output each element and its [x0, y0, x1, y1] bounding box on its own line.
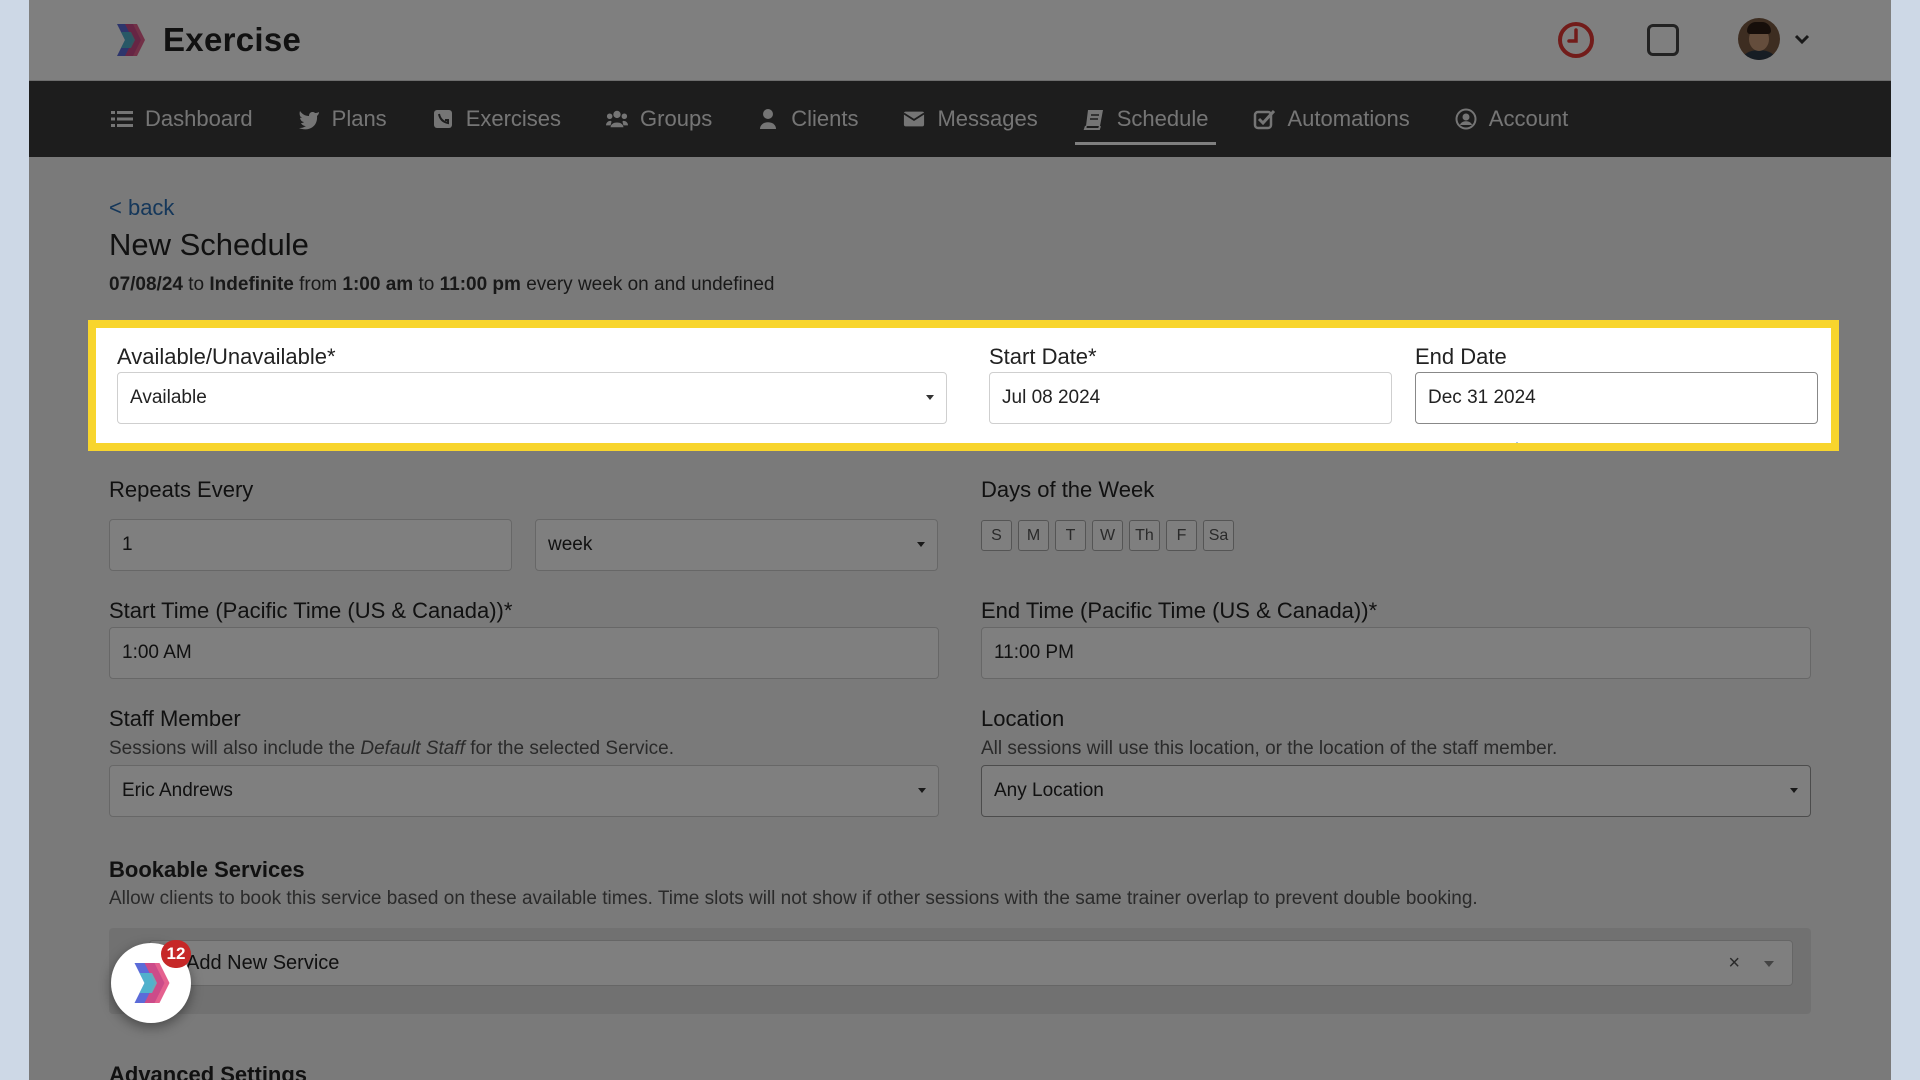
availability-value: Available: [130, 387, 207, 408]
caret-down-icon[interactable]: [1764, 961, 1774, 967]
location-label: Location: [981, 706, 1065, 731]
highlight-box: Available/Unavailable* Available Start D…: [88, 320, 1839, 451]
day-toggle[interactable]: W: [1092, 520, 1123, 551]
end-date-label: End Date: [1415, 344, 1507, 369]
location-value: Any Location: [994, 780, 1104, 801]
location-select[interactable]: Any Location: [981, 765, 1811, 817]
caret-down-icon: [926, 395, 934, 400]
end-time-input[interactable]: 11:00 PM: [981, 627, 1811, 679]
nav-label: Messages: [937, 106, 1038, 131]
nav-label: Exercises: [465, 106, 562, 131]
add-service-placeholder: Add New Service: [186, 952, 340, 974]
summary-text: to: [188, 274, 205, 295]
staff-value: Eric Andrews: [122, 780, 233, 801]
caret-down-icon: [1790, 788, 1798, 793]
nav-label: Plans: [331, 106, 387, 131]
nav-exercises[interactable]: Exercises: [432, 81, 561, 157]
bookable-services-title: Bookable Services: [109, 857, 305, 882]
start-time-label: Start Time (Pacific Time (US & Canada))*: [109, 598, 513, 623]
nav-groups[interactable]: Groups: [606, 81, 712, 157]
nav-label: Automations: [1287, 106, 1410, 131]
nav-plans[interactable]: Plans: [298, 81, 387, 157]
nav-automations[interactable]: Automations: [1253, 81, 1410, 157]
start-date-label: Start Date*: [989, 344, 1097, 369]
nav-clients[interactable]: Clients: [757, 81, 858, 157]
day-toggle[interactable]: M: [1018, 520, 1049, 551]
caret-down-icon: [917, 542, 925, 547]
clear-icon[interactable]: ×: [1728, 941, 1740, 985]
back-link[interactable]: < back: [109, 195, 174, 221]
user-icon: [757, 108, 779, 130]
summary-time-end: 11:00 pm: [439, 274, 521, 295]
nav-label: Groups: [640, 106, 713, 131]
summary-end: Indefinite: [209, 274, 294, 295]
nav-account[interactable]: Account: [1455, 81, 1569, 157]
list-icon: [111, 108, 133, 130]
day-toggle[interactable]: Th: [1129, 520, 1160, 551]
avatar[interactable]: [1738, 18, 1780, 60]
summary-start: 07/08/24: [109, 274, 183, 295]
main-nav: Dashboard Plans Exercises Groups Clients: [29, 81, 1891, 157]
add-service-select[interactable]: Add New Service ×: [149, 940, 1793, 986]
page-title: New Schedule: [109, 227, 309, 262]
app-name: Exercise: [163, 21, 302, 58]
staff-help: Sessions will also include the Default S…: [109, 738, 674, 760]
availability-select[interactable]: Available: [117, 372, 947, 424]
repeats-unit-select[interactable]: week: [535, 519, 938, 571]
window-toggle-icon[interactable]: [1647, 24, 1679, 56]
days-label: Days of the Week: [981, 477, 1155, 502]
staff-help-text: for the selected Service.: [464, 738, 675, 759]
summary-time-start: 1:00 am: [342, 274, 414, 295]
nav-label: Schedule: [1116, 106, 1209, 131]
staff-select[interactable]: Eric Andrews: [109, 765, 939, 817]
nav-label: Account: [1488, 106, 1569, 131]
availability-label: Available/Unavailable*: [117, 344, 336, 369]
bookable-services-help: Allow clients to book this service based…: [109, 888, 1478, 909]
advanced-settings-title[interactable]: Advanced Settings: [109, 1062, 307, 1080]
staff-label: Staff Member: [109, 706, 241, 731]
repeats-unit-value: week: [548, 534, 593, 555]
caret-down-icon: [918, 788, 926, 793]
group-icon: [606, 108, 629, 130]
exercise-icon: [432, 108, 454, 130]
days-of-week: S M T W Th F Sa: [981, 520, 1240, 551]
nav-messages[interactable]: Messages: [903, 81, 1038, 157]
location-help: All sessions will use this location, or …: [981, 738, 1558, 759]
repeats-label: Repeats Every: [109, 477, 254, 502]
day-toggle[interactable]: Sa: [1203, 520, 1234, 551]
logo-icon: [117, 24, 145, 56]
app-logo[interactable]: Exercise: [111, 20, 301, 60]
repeats-count-input[interactable]: 1: [109, 519, 512, 571]
nav-label: Dashboard: [145, 106, 253, 131]
remove-end-date-link[interactable]: Remove End Date: [1415, 440, 1562, 443]
app-window: Exercise Dashboard Plans Exercises Group…: [29, 0, 1891, 1080]
summary-text: to: [418, 274, 435, 295]
bird-icon: [298, 108, 320, 130]
checkbox-icon: [1253, 108, 1276, 130]
bookable-services-box: Add New Service ×: [109, 928, 1811, 1014]
chevron-down-icon[interactable]: [1793, 30, 1811, 48]
account-circle-icon: [1455, 108, 1477, 130]
top-bar: Exercise: [29, 0, 1891, 81]
notification-count-badge: 12: [161, 940, 191, 968]
day-toggle[interactable]: F: [1166, 520, 1197, 551]
envelope-icon: [903, 108, 926, 130]
nav-schedule[interactable]: Schedule: [1074, 81, 1217, 157]
staff-help-text: Sessions will also include the: [109, 738, 361, 759]
start-time-input[interactable]: 1:00 AM: [109, 627, 939, 679]
end-time-label: End Time (Pacific Time (US & Canada))*: [981, 598, 1378, 623]
start-date-input[interactable]: Jul 08 2024: [989, 372, 1392, 424]
day-toggle[interactable]: T: [1055, 520, 1086, 551]
day-toggle[interactable]: S: [981, 520, 1012, 551]
summary-text: every week on and undefined: [526, 274, 775, 295]
clock-icon[interactable]: [1556, 20, 1596, 60]
end-date-input[interactable]: Dec 31 2024: [1415, 372, 1818, 424]
staff-help-emphasis: Default Staff: [360, 738, 465, 759]
schedule-summary: 07/08/24 to Indefinite from 1:00 am to 1…: [109, 274, 774, 296]
book-icon: [1083, 108, 1105, 130]
nav-dashboard[interactable]: Dashboard: [111, 81, 253, 157]
nav-label: Clients: [791, 106, 859, 131]
summary-text: from: [299, 274, 338, 295]
